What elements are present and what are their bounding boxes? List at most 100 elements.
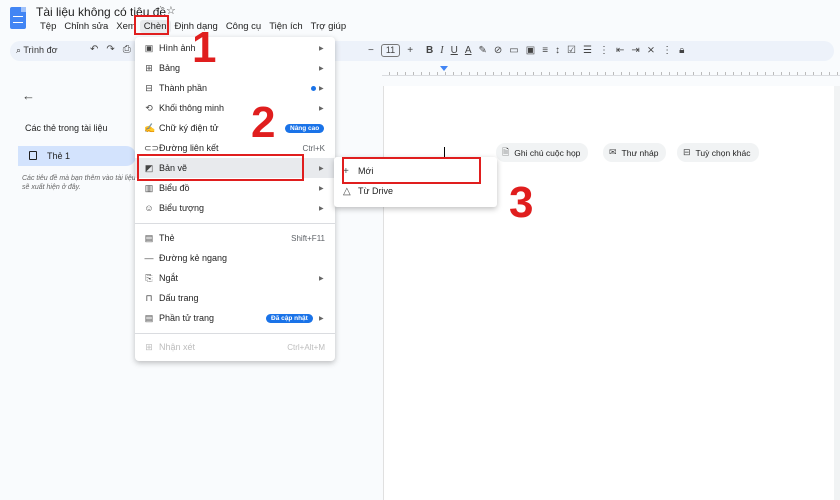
more-icon[interactable]: ⋮ — [662, 45, 672, 56]
chart-icon: ▥ — [144, 182, 154, 193]
menu-item-emoji[interactable]: ☺ Biểu tượng ▶ — [135, 198, 335, 218]
chip-meeting-notes[interactable]: 🗎 Ghi chú cuộc họp — [496, 143, 589, 162]
bold-icon[interactable]: B — [426, 45, 433, 56]
menu-extensions[interactable]: Tiện ích — [265, 20, 306, 33]
comment-icon[interactable]: ▭ — [509, 45, 518, 56]
increase-indent-icon[interactable]: ⇥ — [631, 45, 639, 56]
menu-item-break[interactable]: ⎘ Ngắt ▶ — [135, 268, 335, 288]
chip-label: Ghi chú cuộc họp — [514, 147, 581, 158]
horizontal-line-icon: — — [144, 253, 154, 263]
menu-item-label: Chữ ký điện tử — [159, 123, 219, 133]
font-size-input[interactable]: 11 — [380, 44, 401, 57]
step-number-2: 2 — [251, 98, 276, 147]
menu-item-label: Biểu tượng — [159, 203, 204, 213]
menu-item-label: Bảng — [159, 63, 181, 73]
redo-icon[interactable]: ↷ — [106, 44, 114, 55]
italic-icon[interactable]: I — [440, 45, 443, 56]
scrollbar[interactable] — [834, 86, 840, 500]
email-icon: ✉ — [609, 147, 617, 157]
menu-item-smart-blocks[interactable]: ⟲ Khối thông minh ▶ — [135, 98, 335, 118]
menu-item-esignature[interactable]: ✍ Chữ ký điện tử Nâng cao — [135, 118, 335, 138]
submenu-item-from-drive[interactable]: △ Từ Drive — [334, 181, 497, 201]
decrease-indent-icon[interactable]: ⇤ — [616, 45, 624, 56]
outline-hint: Các tiêu đề mà bạn thêm vào tài liệu sẽ … — [22, 175, 136, 191]
bulleted-list-icon[interactable]: ☰ — [583, 45, 592, 56]
submenu-arrow-icon: ▶ — [319, 275, 324, 282]
menu-item-label: Thẻ — [159, 233, 175, 243]
step-number-3: 3 — [509, 178, 534, 227]
indent-marker[interactable] — [440, 66, 448, 71]
shortcut-label: Ctrl+K — [302, 143, 325, 153]
menu-item-comment: ⊞ Nhận xét Ctrl+Alt+M — [135, 337, 335, 357]
insert-image-icon[interactable]: ▣ — [526, 45, 535, 56]
tabs-heading: Các thẻ trong tài liệu — [25, 123, 108, 133]
tab-item[interactable]: Thẻ 1 — [18, 146, 136, 166]
smart-block-icon: ⟲ — [145, 102, 153, 113]
image-icon: ▣ — [144, 42, 154, 53]
clear-formatting-icon[interactable]: ⨯ — [647, 45, 655, 56]
submenu-arrow-icon: ▶ — [319, 185, 324, 192]
print-icon[interactable]: ⎙ — [123, 44, 131, 55]
submenu-arrow-icon: ▶ — [319, 45, 324, 52]
underline-icon[interactable]: U — [451, 45, 458, 56]
highlight-box-insert — [134, 15, 169, 35]
submenu-arrow-icon: ▶ — [319, 85, 324, 92]
menu-item-label: Dấu trang — [159, 293, 199, 303]
numbered-list-icon[interactable]: ⋮ — [599, 45, 609, 56]
align-icon[interactable]: ≡ — [542, 45, 548, 56]
menu-item-horizontal-line[interactable]: — Đường kẻ ngang — [135, 248, 335, 268]
menu-edit[interactable]: Chỉnh sửa — [60, 20, 112, 33]
emoji-icon: ☺ — [144, 203, 154, 213]
menu-item-label: Đường liên kết — [159, 143, 219, 153]
menu-help[interactable]: Trợ giúp — [307, 20, 350, 33]
table-icon: ⊞ — [145, 62, 153, 73]
menu-item-chart[interactable]: ▥ Biểu đồ ▶ — [135, 178, 335, 198]
menu-item-label: Ngắt — [159, 273, 179, 283]
drive-icon: △ — [343, 185, 351, 197]
search-icon: ⌕ — [16, 45, 22, 55]
chip-label: Tuỳ chọn khác — [695, 147, 751, 158]
font-size-decrease-icon[interactable]: − — [368, 45, 374, 56]
step-number-1: 1 — [192, 23, 217, 72]
checklist-icon[interactable]: ☑ — [567, 45, 576, 56]
menu-item-page-elements[interactable]: ▤ Phần tử trang Đã cập nhật ▶ — [135, 308, 335, 328]
shortcut-label: Ctrl+Alt+M — [287, 342, 325, 352]
menu-item-tab[interactable]: ▤ Thẻ Shift+F11 — [135, 228, 335, 248]
back-arrow-icon[interactable]: ← — [22, 88, 35, 103]
insert-link-icon[interactable]: ⊘ — [494, 45, 502, 56]
tab-icon — [29, 151, 37, 160]
menu-tools[interactable]: Công cụ — [222, 20, 265, 33]
chip-more-options[interactable]: ⊟ Tuỳ chọn khác — [677, 143, 759, 162]
shortcut-label: Shift+F11 — [291, 233, 325, 243]
undo-icon[interactable]: ↶ — [90, 44, 98, 55]
menu-item-label: Nhận xét — [159, 342, 196, 352]
menu-item-label: Biểu đồ — [159, 183, 190, 193]
menu-file[interactable]: Tệp — [36, 20, 60, 33]
upgrade-badge: Nâng cao — [285, 123, 325, 133]
highlight-icon[interactable]: ✎ — [479, 45, 487, 56]
menu-item-table[interactable]: ⊞ Bảng ▶ — [135, 58, 335, 78]
submenu-arrow-icon: ▶ — [319, 105, 324, 112]
break-icon: ⎘ — [145, 272, 153, 283]
font-size-increase-icon[interactable]: + — [407, 45, 413, 56]
menu-divider — [135, 223, 335, 224]
lock-icon[interactable]: 🔒︎ — [679, 45, 684, 56]
menu-item-bookmark[interactable]: ⊓ Dấu trang — [135, 288, 335, 308]
menu-item-components[interactable]: ⊟ Thành phần ▶ — [135, 78, 335, 98]
document-icon: 🗎 — [502, 146, 510, 157]
menu-item-label: Đường kẻ ngang — [159, 253, 227, 263]
submenu-item-label: Từ Drive — [358, 186, 394, 196]
toolbar: ⌕ Trình đơ ↶ ↷ ⎙ − 11 + B I U A ✎ ⊘ ▭ ▣ … — [10, 41, 834, 61]
ruler[interactable] — [382, 66, 840, 76]
tab-label: Thẻ 1 — [47, 151, 71, 161]
search-menus[interactable]: ⌕ Trình đơ — [16, 45, 57, 56]
menu-item-image[interactable]: ▣ Hình ảnh ▶ — [135, 38, 335, 58]
components-icon: ⊟ — [145, 82, 153, 93]
new-dot — [311, 85, 316, 91]
line-spacing-icon[interactable]: ↕ — [555, 45, 560, 56]
text-color-icon[interactable]: A — [465, 45, 472, 56]
highlight-box-new — [342, 157, 481, 184]
chip-email-draft[interactable]: ✉ Thư nháp — [603, 143, 667, 162]
submenu-arrow-icon: ▶ — [319, 315, 324, 322]
docs-logo-icon[interactable] — [10, 7, 26, 29]
